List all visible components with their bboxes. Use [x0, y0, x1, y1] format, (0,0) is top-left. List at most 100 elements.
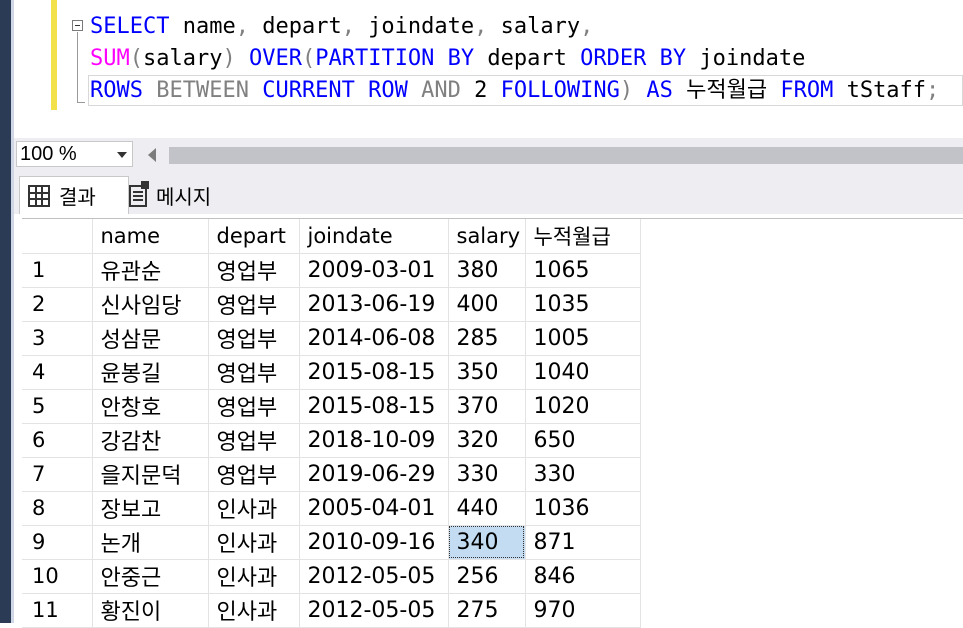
cumulative-salary-cell[interactable]: 846 — [525, 559, 641, 594]
row-number[interactable]: 2 — [22, 287, 93, 322]
column-header-rownum[interactable] — [22, 219, 93, 254]
depart-cell[interactable]: 인사과 — [208, 593, 300, 628]
row-number[interactable]: 5 — [22, 389, 93, 424]
horizontal-scrollbar-thumb[interactable] — [169, 147, 963, 164]
depart-cell[interactable]: 영업부 — [208, 423, 300, 458]
depart-cell[interactable]: 영업부 — [208, 253, 300, 288]
column-header-depart[interactable]: depart — [208, 219, 300, 254]
salary-cell[interactable]: 330 — [448, 457, 526, 492]
row-number[interactable]: 11 — [22, 593, 93, 628]
depart-cell[interactable]: 영업부 — [208, 457, 300, 492]
name-cell[interactable]: 안중근 — [92, 559, 209, 594]
name-cell[interactable]: 신사임당 — [92, 287, 209, 322]
joindate-cell[interactable]: 2010-09-16 — [299, 525, 449, 560]
salary-cell[interactable]: 350 — [448, 355, 526, 390]
joindate-cell[interactable]: 2013-06-19 — [299, 287, 449, 322]
name-cell[interactable]: 성삼문 — [92, 321, 209, 356]
column-header-cumulative-salary[interactable]: 누적월급 — [525, 219, 641, 254]
row-number[interactable]: 6 — [22, 423, 93, 458]
cumulative-salary-cell[interactable]: 1040 — [525, 355, 641, 390]
cumulative-salary-cell[interactable]: 650 — [525, 423, 641, 458]
cumulative-salary-cell[interactable]: 1005 — [525, 321, 641, 356]
salary-cell[interactable]: 340 — [448, 525, 526, 560]
cumulative-salary-cell[interactable]: 1035 — [525, 287, 641, 322]
cumulative-salary-cell[interactable]: 1036 — [525, 491, 641, 526]
depart-cell[interactable]: 영업부 — [208, 389, 300, 424]
joindate-cell[interactable]: 2015-08-15 — [299, 389, 449, 424]
cumulative-salary-cell[interactable]: 970 — [525, 593, 641, 628]
results-tabs: 결과 메시지 — [14, 172, 963, 214]
joindate-cell[interactable]: 2009-03-01 — [299, 253, 449, 288]
zoom-select[interactable]: 100 % — [16, 141, 133, 167]
joindate-cell[interactable]: 2005-04-01 — [299, 491, 449, 526]
name-cell[interactable]: 논개 — [92, 525, 209, 560]
salary-cell[interactable]: 380 — [448, 253, 526, 288]
code-token: CURRENT — [262, 78, 355, 103]
column-header-name[interactable]: name — [92, 219, 209, 254]
row-number[interactable]: 8 — [22, 491, 93, 526]
row-number[interactable]: 7 — [22, 457, 93, 492]
table-row: 11 황진이 인사과 2012-05-05 275 970 — [22, 593, 641, 628]
grid-icon — [28, 184, 50, 207]
joindate-cell[interactable]: 2019-06-29 — [299, 457, 449, 492]
table-row: 9 논개 인사과 2010-09-16 340 871 — [22, 525, 641, 560]
depart-cell[interactable]: 영업부 — [208, 321, 300, 356]
name-cell[interactable]: 강감찬 — [92, 423, 209, 458]
row-number[interactable]: 10 — [22, 559, 93, 594]
joindate-cell[interactable]: 2012-05-05 — [299, 559, 449, 594]
depart-cell[interactable]: 인사과 — [208, 491, 300, 526]
code-token: SUM — [90, 46, 130, 71]
code-token: FOLLOWING — [500, 78, 620, 103]
name-cell[interactable]: 안창호 — [92, 389, 209, 424]
salary-cell[interactable]: 400 — [448, 287, 526, 322]
depart-cell[interactable]: 영업부 — [208, 355, 300, 390]
salary-cell[interactable]: 275 — [448, 593, 526, 628]
row-number[interactable]: 3 — [22, 321, 93, 356]
joindate-cell[interactable]: 2014-06-08 — [299, 321, 449, 356]
depart-cell[interactable]: 영업부 — [208, 287, 300, 322]
code-line-3[interactable]: ROWS BETWEEN CURRENT ROW AND 2 FOLLOWING… — [90, 76, 939, 106]
chevron-down-icon[interactable] — [117, 152, 127, 158]
tab-messages[interactable]: 메시지 — [121, 176, 241, 214]
row-number[interactable]: 1 — [22, 253, 93, 288]
tab-results[interactable]: 결과 — [19, 176, 129, 214]
row-number[interactable]: 4 — [22, 355, 93, 390]
joindate-cell[interactable]: 2012-05-05 — [299, 593, 449, 628]
salary-cell[interactable]: 440 — [448, 491, 526, 526]
code-line-2[interactable]: SUM(salary) OVER(PARTITION BY depart ORD… — [90, 44, 805, 74]
salary-cell[interactable]: 256 — [448, 559, 526, 594]
row-number[interactable]: 9 — [22, 525, 93, 560]
name-cell[interactable]: 유관순 — [92, 253, 209, 288]
code-token: OVER — [248, 46, 302, 71]
code-token: ORDER BY — [580, 46, 687, 71]
column-header-joindate[interactable]: joindate — [299, 219, 449, 254]
cumulative-salary-cell[interactable]: 1020 — [525, 389, 641, 424]
joindate-cell[interactable]: 2015-08-15 — [299, 355, 449, 390]
salary-cell[interactable]: 370 — [448, 389, 526, 424]
cumulative-salary-cell[interactable]: 1065 — [525, 253, 641, 288]
cumulative-salary-cell[interactable]: 330 — [525, 457, 641, 492]
table-row: 5 안창호 영업부 2015-08-15 370 1020 — [22, 389, 641, 424]
code-token: AS — [646, 78, 673, 103]
table-row: 1 유관순 영업부 2009-03-01 380 1065 — [22, 253, 641, 288]
salary-cell[interactable]: 285 — [448, 321, 526, 356]
collapse-toggle-icon[interactable] — [72, 20, 83, 31]
scroll-left-arrow-icon[interactable] — [148, 148, 156, 162]
name-cell[interactable]: 장보고 — [92, 491, 209, 526]
name-cell[interactable]: 을지문덕 — [92, 457, 209, 492]
name-cell[interactable]: 황진이 — [92, 593, 209, 628]
cumulative-salary-cell[interactable]: 871 — [525, 525, 641, 560]
code-token: joindate — [354, 14, 475, 39]
column-header-salary[interactable]: salary — [448, 219, 526, 254]
table-row: 8 장보고 인사과 2005-04-01 440 1036 — [22, 491, 641, 526]
code-line-1[interactable]: SELECT name, depart, joindate, salary, — [90, 12, 593, 42]
depart-cell[interactable]: 인사과 — [208, 559, 300, 594]
sql-editor[interactable]: SELECT name, depart, joindate, salary, S… — [14, 0, 963, 138]
code-token: joindate — [686, 46, 806, 71]
name-cell[interactable]: 윤봉길 — [92, 355, 209, 390]
joindate-cell[interactable]: 2018-10-09 — [299, 423, 449, 458]
salary-cell[interactable]: 320 — [448, 423, 526, 458]
depart-cell[interactable]: 인사과 — [208, 525, 300, 560]
